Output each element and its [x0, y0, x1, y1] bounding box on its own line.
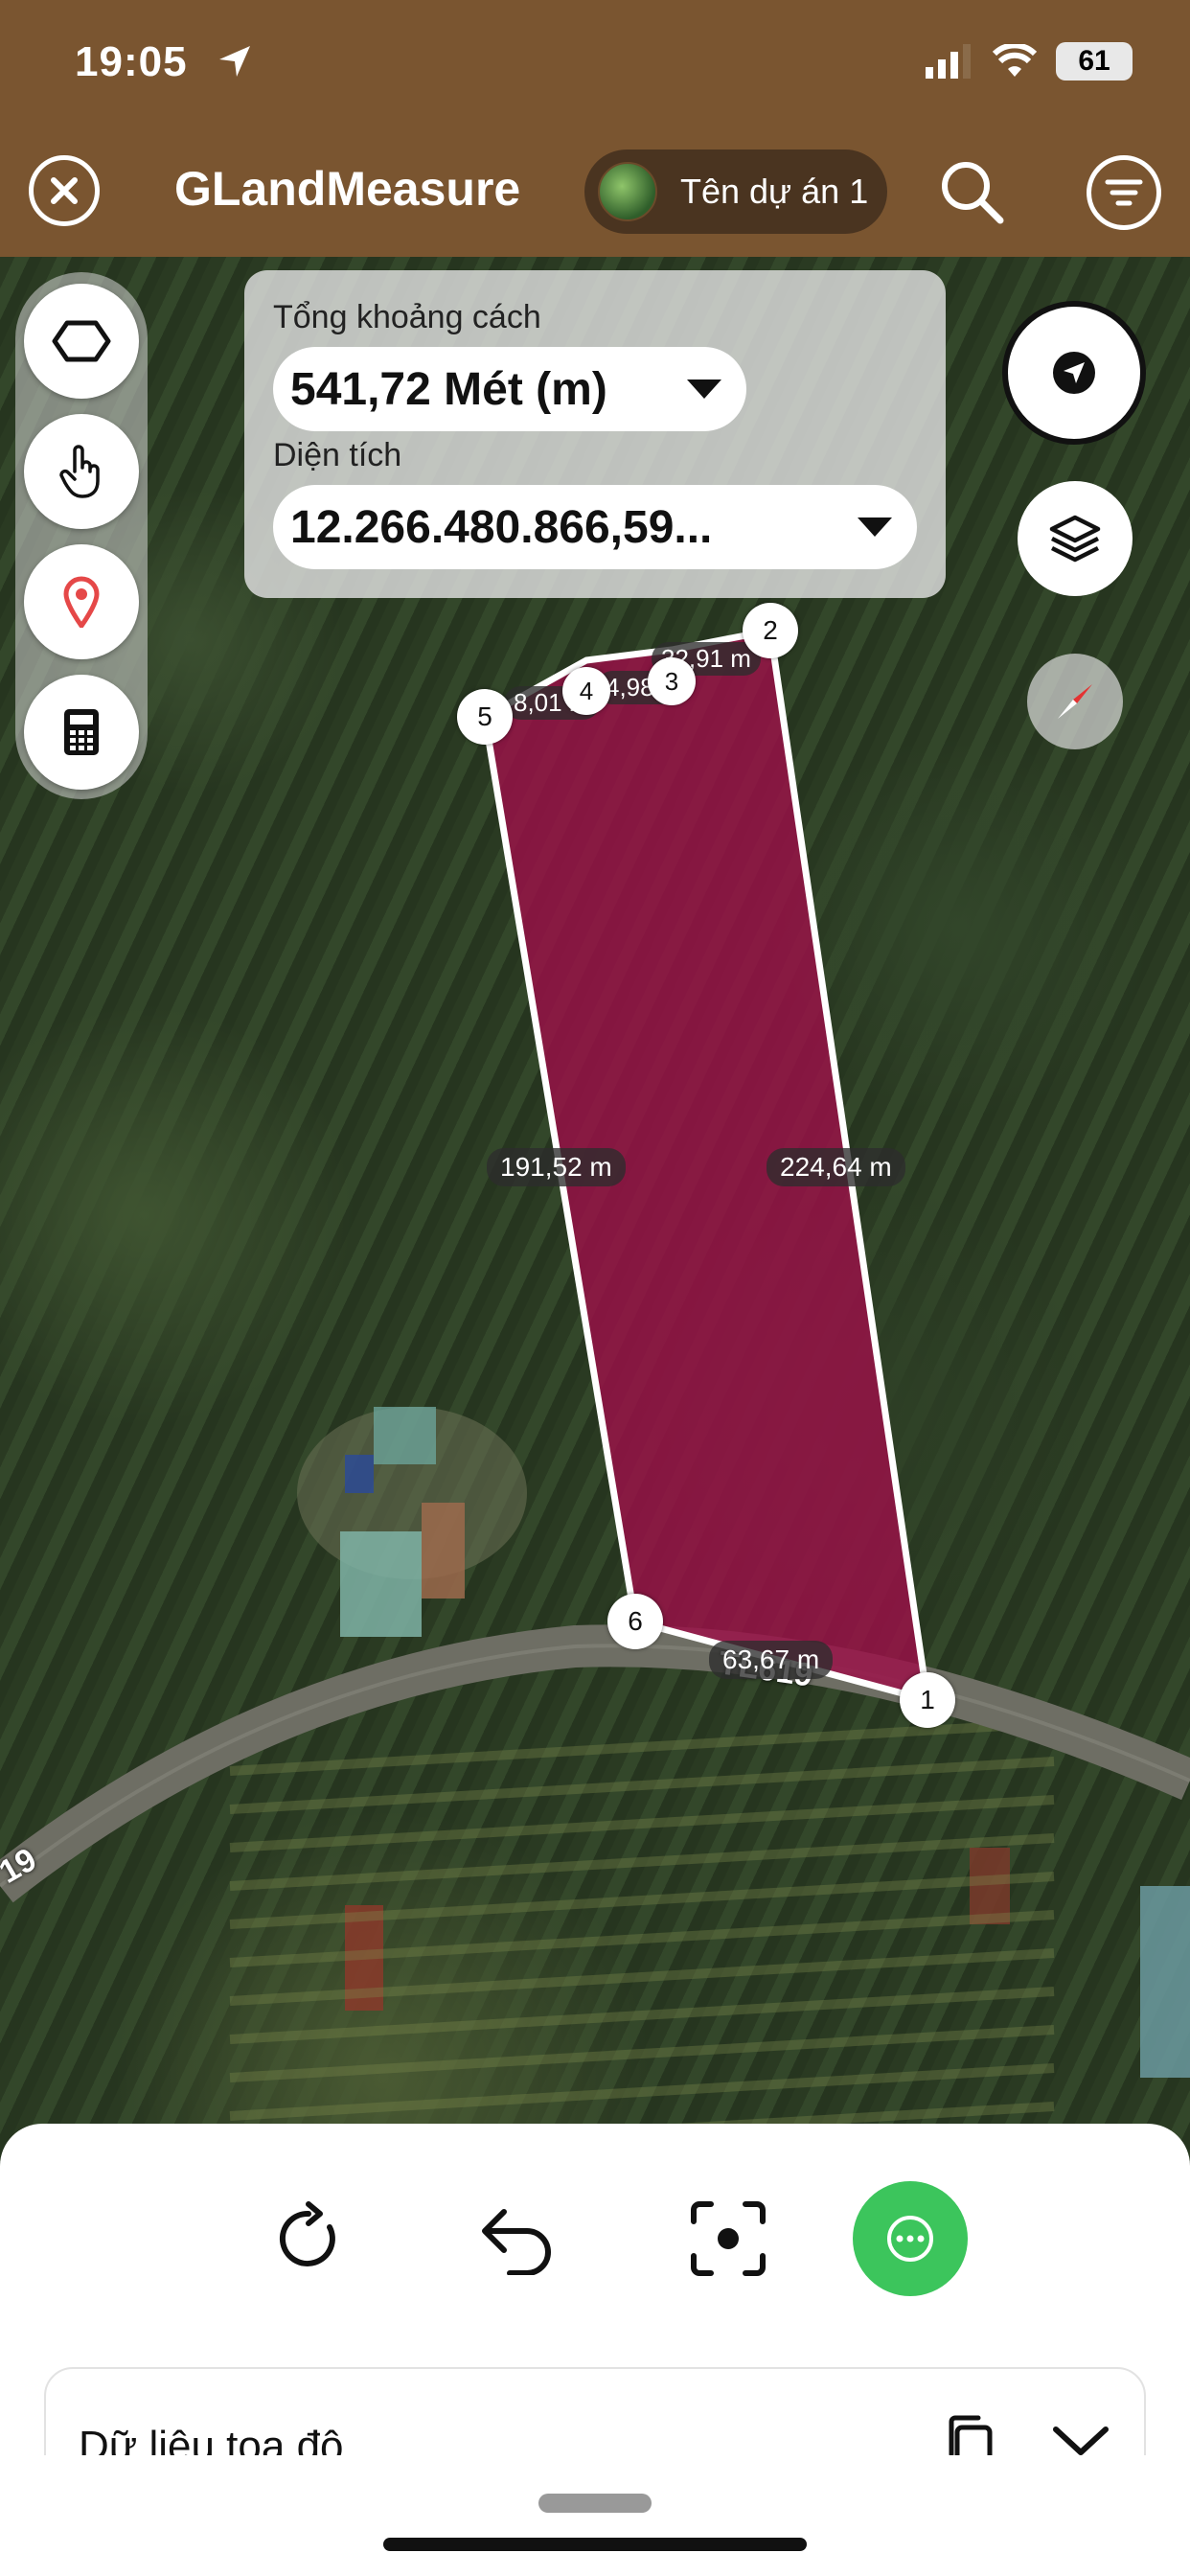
more-options-button[interactable]	[853, 2181, 968, 2296]
navigation-arrow-icon	[1053, 352, 1095, 394]
undo-button[interactable]	[460, 2181, 575, 2296]
vertex-marker[interactable]: 6	[607, 1594, 663, 1649]
my-location-button[interactable]	[1002, 301, 1146, 445]
edge-label-right: 224,64 m	[767, 1148, 905, 1186]
building	[374, 1407, 436, 1464]
wifi-icon	[993, 44, 1037, 77]
vertex-marker[interactable]: 5	[457, 689, 513, 745]
calculator-button[interactable]	[24, 675, 139, 790]
area-value: 12.266.480.866,59...	[290, 501, 713, 553]
building	[970, 1848, 1010, 1924]
project-name: Tên dự án 1	[680, 172, 869, 211]
chevron-down-icon	[687, 380, 721, 399]
search-button[interactable]	[937, 157, 1008, 228]
sheet-footer	[0, 2455, 1190, 2576]
polygon-mode-button[interactable]	[24, 284, 139, 399]
project-selector[interactable]: Tên dự án 1	[584, 150, 887, 234]
status-time: 19:05	[75, 38, 188, 85]
building	[422, 1503, 465, 1598]
chevron-down-icon	[1053, 2426, 1109, 2455]
bottom-sheet: Dữ liệu tọa độ	[0, 2124, 1190, 2576]
edge-label-left: 191,52 m	[487, 1148, 626, 1186]
layers-icon	[1049, 515, 1101, 563]
drawing-toolbar	[15, 272, 148, 799]
map-layers-button[interactable]	[1018, 481, 1133, 596]
filter-menu-button[interactable]	[1087, 155, 1161, 230]
building	[340, 1531, 422, 1637]
building	[345, 1455, 374, 1493]
close-button[interactable]	[29, 155, 100, 226]
area-unit-selector[interactable]: 12.266.480.866,59...	[273, 485, 917, 569]
focus-icon	[691, 2201, 766, 2276]
home-indicator	[383, 2538, 807, 2551]
vertex-marker[interactable]: 1	[900, 1672, 955, 1728]
area-label: Diện tích	[273, 437, 402, 473]
building	[1140, 1886, 1190, 2078]
chevron-down-icon	[858, 518, 892, 537]
calculator-icon	[64, 709, 99, 755]
project-thumbnail	[598, 162, 657, 221]
location-marker-button[interactable]	[24, 544, 139, 659]
tap-mode-button[interactable]	[24, 414, 139, 529]
edge-label-bottom: 63,67 m	[709, 1641, 834, 1679]
location-pin-icon	[63, 576, 100, 628]
signal-icon	[926, 44, 971, 79]
refresh-button[interactable]	[251, 2181, 366, 2296]
status-indicators: 61	[926, 42, 1133, 80]
close-icon	[51, 177, 78, 204]
location-arrow-icon	[216, 42, 254, 85]
filter-menu-icon	[1105, 179, 1143, 206]
distance-value: 541,72 Mét (m)	[290, 363, 607, 415]
compass-icon	[1058, 684, 1092, 719]
more-icon	[887, 2216, 933, 2262]
focus-button[interactable]	[671, 2181, 786, 2296]
measurement-panel: Tổng khoảng cách 541,72 Mét (m) Diện tíc…	[244, 270, 946, 598]
hand-tap-icon	[59, 445, 100, 498]
vertex-marker[interactable]: 2	[743, 603, 798, 658]
distance-label: Tổng khoảng cách	[273, 299, 541, 335]
search-icon	[942, 162, 1004, 224]
app-header: GLandMeasure Tên dự án 1	[0, 144, 1190, 240]
polygon-icon	[52, 320, 111, 362]
distance-unit-selector[interactable]: 541,72 Mét (m)	[273, 347, 746, 431]
refresh-icon	[279, 2201, 335, 2266]
undo-icon	[482, 2209, 551, 2275]
app-title: GLandMeasure	[174, 162, 521, 216]
battery-indicator: 61	[1056, 42, 1133, 80]
compass-button[interactable]	[1027, 654, 1123, 749]
top-bar: 19:05 61 GLandMeasure Tên dự án 1	[0, 0, 1190, 257]
vertex-marker[interactable]: 3	[648, 657, 696, 705]
vertex-marker[interactable]: 4	[562, 667, 610, 715]
sheet-drag-handle[interactable]	[538, 2494, 652, 2513]
